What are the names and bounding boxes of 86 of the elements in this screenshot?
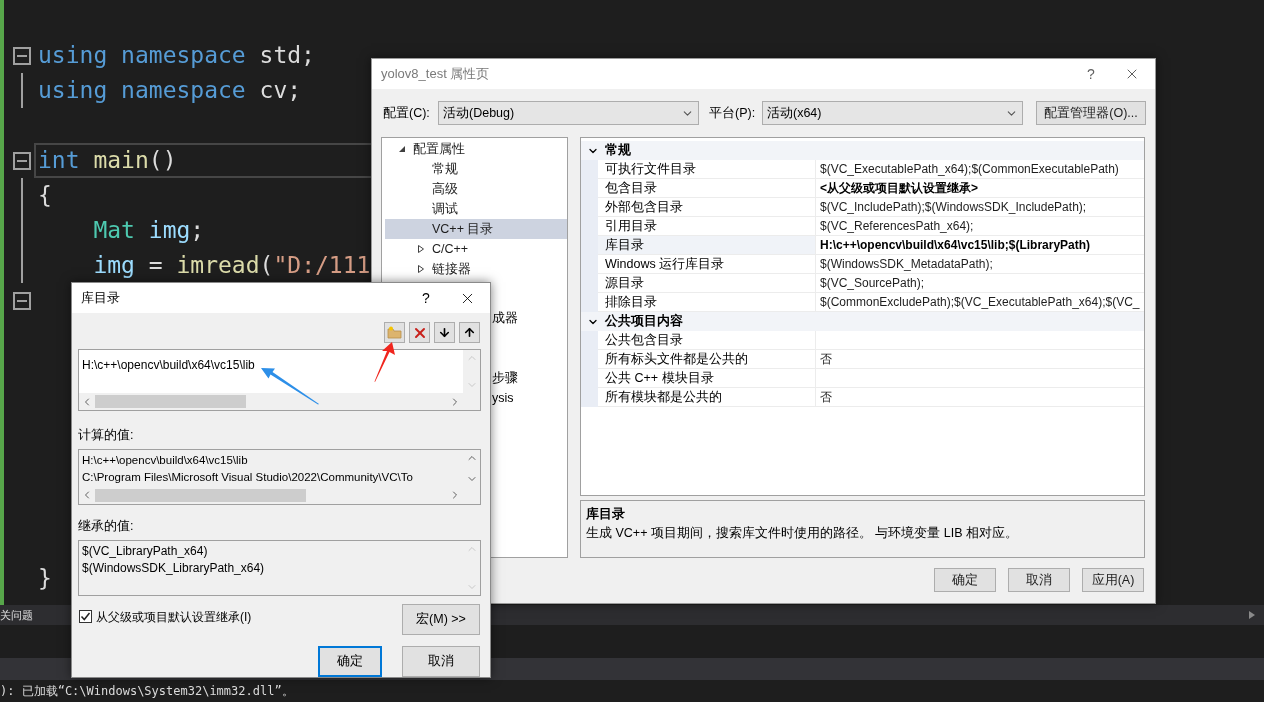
row-margin xyxy=(581,160,598,179)
code-line: { xyxy=(37,181,53,211)
property-value[interactable]: $(VC_SourcePath); xyxy=(816,274,1144,293)
code-line: using namespace cv; xyxy=(37,76,303,106)
property-value[interactable]: $(VC_ExecutablePath_x64);$(CommonExecutablePath) xyxy=(816,160,1144,179)
help-button[interactable]: ? xyxy=(408,283,444,313)
property-name[interactable]: 库目录 xyxy=(598,236,816,255)
arrow-down-icon xyxy=(438,326,451,339)
platform-label: 平台(P): xyxy=(709,104,757,122)
config-label: 配置(C): xyxy=(383,104,431,122)
property-name[interactable]: 公共 C++ 模块目录 xyxy=(598,369,816,388)
platform-dropdown[interactable]: 活动(x64) xyxy=(762,101,1023,125)
computed-label: 计算的值: xyxy=(78,427,135,444)
section-header[interactable]: 常规 xyxy=(581,141,1144,160)
property-name[interactable]: 所有标头文件都是公共的 xyxy=(598,350,816,369)
panel-tab[interactable]: 关问题 xyxy=(0,606,33,624)
folder-icon xyxy=(387,326,402,339)
tree-item[interactable]: 步骤 xyxy=(492,369,567,389)
dialog-title: 库目录 xyxy=(81,289,121,308)
delete-button[interactable] xyxy=(409,322,430,343)
collapsed-icon[interactable] xyxy=(417,245,425,253)
property-name[interactable]: 源目录 xyxy=(598,274,816,293)
computed-value: C:\Program Files\Microsoft Visual Studio\2022\Community\VC\To xyxy=(82,469,414,485)
ok-button[interactable]: 确定 xyxy=(318,645,382,677)
collapsed-icon[interactable] xyxy=(417,265,425,273)
property-value[interactable]: 否 xyxy=(816,350,1144,369)
move-up-button[interactable] xyxy=(459,322,480,343)
output-line: ): 已加载“C:\Windows\System32\imm32.dll”。 xyxy=(0,683,294,700)
annotation-arrow xyxy=(372,341,396,383)
dialog-button[interactable]: 取消 xyxy=(1008,568,1070,592)
expanded-icon[interactable] xyxy=(398,145,406,153)
collapse-icon[interactable] xyxy=(13,291,31,310)
dialog-button[interactable]: 确定 xyxy=(934,568,996,592)
tree-item[interactable]: 链接器 xyxy=(385,259,567,279)
tree-item[interactable]: C/C++ xyxy=(385,239,567,259)
annotation-arrow xyxy=(260,367,320,405)
computed-value: H:\c++\opencv\build\x64\vc15\lib xyxy=(82,452,249,468)
tree-item[interactable]: 配置属性 xyxy=(385,139,567,159)
code-line: } xyxy=(37,564,52,594)
property-name[interactable]: 可执行文件目录 xyxy=(598,160,816,179)
tree-item[interactable]: 成器 xyxy=(492,309,567,329)
tree-item[interactable]: VC++ 目录 xyxy=(385,219,567,239)
inherited-label: 继承的值: xyxy=(78,517,135,535)
code-line: Mat img; xyxy=(92,216,206,246)
macro-button[interactable]: 宏(M) >> xyxy=(402,603,480,635)
inherited-value: $(VC_LibraryPath_x64) xyxy=(82,542,209,560)
inherited-value: $(WindowsSDK_LibraryPath_x64) xyxy=(82,559,266,577)
scrollbar-thumb[interactable] xyxy=(95,395,247,408)
dialog-button[interactable]: 应用(A) xyxy=(1082,568,1144,592)
help-button[interactable]: ? xyxy=(1073,59,1109,89)
checkbox-label: 从父级或项目默认设置继承(I) xyxy=(96,608,252,626)
arrow-up-icon xyxy=(463,326,476,339)
tree-item[interactable]: 常规 xyxy=(385,159,567,179)
property-name[interactable]: 所有模块都是公共的 xyxy=(598,388,816,407)
row-margin xyxy=(581,388,598,407)
collapse-icon[interactable] xyxy=(13,151,31,170)
tree-item[interactable]: ysis xyxy=(492,389,567,409)
directory-list[interactable]: H:\c++\opencv\build\x64\vc15\lib xyxy=(78,349,481,411)
property-value[interactable]: 否 xyxy=(816,388,1144,407)
collapse-icon[interactable] xyxy=(13,46,31,65)
row-margin xyxy=(581,293,598,312)
property-value[interactable]: $(VC_IncludePath);$(WindowsSDK_IncludePath); xyxy=(816,198,1144,217)
section-header[interactable]: 公共项目内容 xyxy=(581,312,1144,331)
tree-item[interactable]: 高级 xyxy=(385,179,567,199)
property-name[interactable]: 公共包含目录 xyxy=(598,331,816,350)
scrollbar-thumb[interactable] xyxy=(95,488,307,502)
property-value[interactable]: $(VC_ReferencesPath_x64); xyxy=(816,217,1144,236)
window-title: yolov8_test 属性页 xyxy=(381,65,491,84)
property-name[interactable]: 外部包含目录 xyxy=(598,198,816,217)
property-value[interactable]: $(WindowsSDK_MetadataPath); xyxy=(816,255,1144,274)
inherit-checkbox[interactable] xyxy=(79,610,92,623)
config-manager-button[interactable]: 配置管理器(O)... xyxy=(1036,101,1146,125)
code-line: img = imread("D:/111 xyxy=(92,251,372,281)
move-down-button[interactable] xyxy=(434,322,455,343)
property-value[interactable]: H:\c++\opencv\build\x64\vc15\lib;$(LibraryPath) xyxy=(816,236,1144,255)
property-name[interactable]: 包含目录 xyxy=(598,179,816,198)
property-value[interactable]: <从父级或项目默认设置继承> xyxy=(816,179,1144,198)
code-line: using namespace std; xyxy=(37,41,316,71)
config-dropdown[interactable]: 活动(Debug) xyxy=(438,101,699,125)
property-name[interactable]: Windows 运行库目录 xyxy=(598,255,816,274)
scroll-right-icon[interactable] xyxy=(1249,611,1255,619)
tree-item[interactable]: 调试 xyxy=(385,199,567,219)
description-title: 库目录 xyxy=(586,506,626,523)
row-margin xyxy=(581,331,598,350)
description-text: 生成 VC++ 项目期间，搜索库文件时使用的路径。 与环境变量 LIB 相对应。 xyxy=(586,524,1020,542)
cancel-button[interactable]: 取消 xyxy=(402,645,480,677)
